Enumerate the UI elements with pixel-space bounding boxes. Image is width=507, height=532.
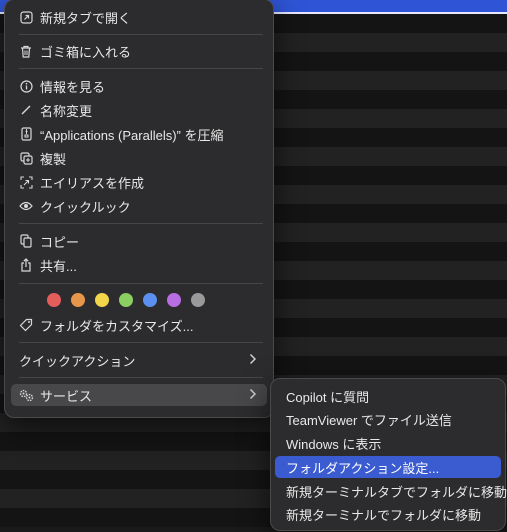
menu-separator (19, 283, 263, 284)
menu-item-label: フォルダをカスタマイズ... (40, 318, 194, 334)
menu-item-label: 名称変更 (40, 103, 93, 119)
submenu-item-label: Windows に表示 (286, 436, 382, 452)
menu-separator (19, 68, 263, 69)
submenu-item-new-terminal[interactable]: 新規ターミナルでフォルダに移動 (275, 503, 501, 525)
menu-item-label: 情報を見る (40, 79, 106, 95)
submenu-item-show-in-windows[interactable]: Windows に表示 (275, 432, 501, 454)
menu-separator (19, 34, 263, 35)
services-icon (18, 387, 34, 403)
menu-separator (19, 223, 263, 224)
menu-item-services[interactable]: サービス (11, 384, 267, 406)
tag-red[interactable] (47, 293, 61, 307)
menu-item-customize-folder[interactable]: フォルダをカスタマイズ... (11, 314, 267, 336)
menu-item-label: コピー (40, 234, 80, 250)
menu-item-open-in-new-tab[interactable]: 新規タブで開く (11, 6, 267, 28)
tag-purple[interactable] (167, 293, 181, 307)
services-submenu: Copilot に質問 TeamViewer でファイル送信 Windows に… (270, 378, 507, 531)
submenu-item-folder-actions[interactable]: フォルダアクション設定... (275, 456, 501, 478)
menu-item-label: 新規タブで開く (40, 10, 132, 26)
menu-item-label: 共有... (40, 258, 77, 274)
menu-item-move-to-trash[interactable]: ゴミ箱に入れる (11, 40, 267, 62)
menu-item-quick-actions[interactable]: クイックアクション (11, 349, 267, 371)
alias-icon (18, 174, 34, 190)
menu-separator (19, 377, 263, 378)
menu-separator (19, 342, 263, 343)
tag-icon (18, 317, 34, 333)
tag-green[interactable] (119, 293, 133, 307)
menu-item-make-alias[interactable]: エイリアスを作成 (11, 171, 267, 193)
tag-gray[interactable] (191, 293, 205, 307)
menu-item-rename[interactable]: 名称変更 (11, 99, 267, 121)
color-tags (47, 293, 205, 307)
menu-item-label: 複製 (40, 151, 67, 167)
menu-item-quick-look[interactable]: クイックルック (11, 195, 267, 217)
submenu-item-copilot[interactable]: Copilot に質問 (275, 385, 501, 407)
chevron-right-icon (249, 352, 259, 368)
submenu-item-new-terminal-tab[interactable]: 新規ターミナルタブでフォルダに移動 (275, 480, 507, 502)
context-menu: 新規タブで開く ゴミ箱に入れる 情報を見る 名称変更 “Applications… (4, 0, 274, 418)
submenu-item-label: Copilot に質問 (286, 389, 370, 405)
submenu-item-label: 新規ターミナルでフォルダに移動 (286, 507, 482, 523)
tag-blue[interactable] (143, 293, 157, 307)
menu-item-label: クイックアクション (19, 353, 136, 369)
share-icon (18, 257, 34, 273)
menu-item-label: “Applications (Parallels)” を圧縮 (40, 127, 224, 143)
menu-item-label: サービス (40, 388, 93, 404)
eye-icon (18, 198, 34, 214)
menu-item-label: ゴミ箱に入れる (40, 44, 132, 60)
pencil-icon (18, 102, 34, 118)
submenu-item-teamviewer[interactable]: TeamViewer でファイル送信 (275, 408, 501, 430)
menu-item-copy[interactable]: コピー (11, 230, 267, 252)
compress-icon (18, 126, 34, 142)
submenu-item-label: 新規ターミナルタブでフォルダに移動 (286, 484, 507, 500)
submenu-item-label: TeamViewer でファイル送信 (286, 412, 452, 428)
menu-item-get-info[interactable]: 情報を見る (11, 75, 267, 97)
submenu-item-label: フォルダアクション設定... (286, 460, 440, 476)
menu-item-label: エイリアスを作成 (40, 175, 145, 191)
info-icon (18, 78, 34, 94)
menu-item-compress[interactable]: “Applications (Parallels)” を圧縮 (11, 123, 267, 145)
duplicate-icon (18, 150, 34, 166)
copy-icon (18, 233, 34, 249)
trash-icon (18, 43, 34, 59)
menu-item-share[interactable]: 共有... (11, 254, 267, 276)
open-in-new-tab-icon (18, 9, 34, 25)
tag-orange[interactable] (71, 293, 85, 307)
menu-item-label: クイックルック (40, 199, 131, 215)
chevron-right-icon (249, 387, 259, 403)
menu-item-duplicate[interactable]: 複製 (11, 147, 267, 169)
tag-yellow[interactable] (95, 293, 109, 307)
